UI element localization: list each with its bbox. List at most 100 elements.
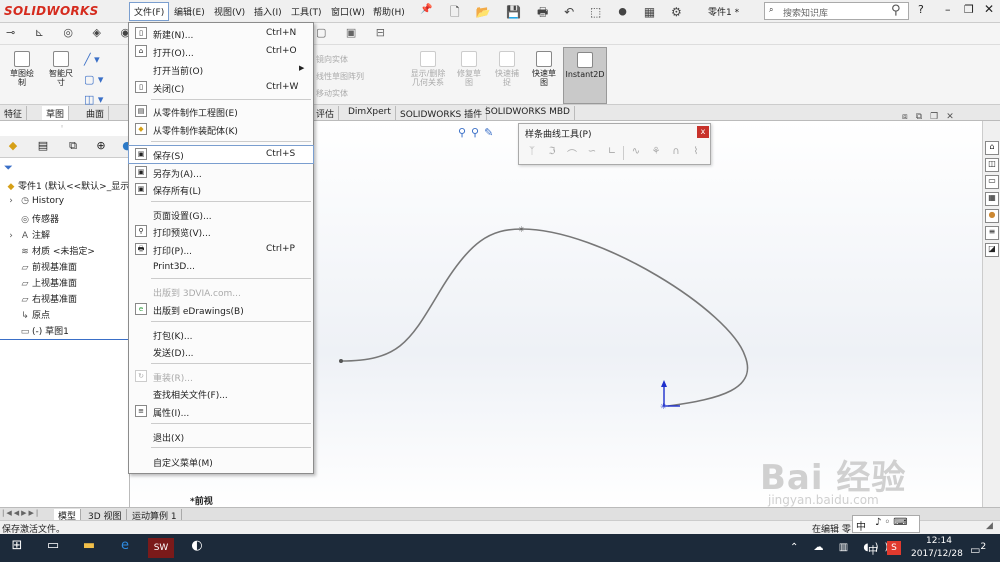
menu-tools[interactable]: 工具(T) <box>288 4 325 19</box>
sketch-entity-icons[interactable]: ╱ ▾ ▢ ▾ ◫ ▾ <box>84 50 103 110</box>
menu-item-properties[interactable]: ≡ 属性(I)... <box>129 403 313 420</box>
minimize-icon[interactable]: – <box>945 3 951 16</box>
ime-mode[interactable]: 中 <box>856 518 866 533</box>
close-icon[interactable]: ✕ <box>984 2 994 16</box>
config-manager-icon[interactable]: ⧉ <box>64 139 82 155</box>
menu-item-new[interactable]: ▯ 新建(N)... Ctrl+N <box>129 25 313 42</box>
panel-collapse-dot[interactable]: ◦ <box>60 123 64 131</box>
menu-item-publish-edrawings[interactable]: e 出版到 eDrawings(B) <box>129 301 313 318</box>
tree-item[interactable]: ▱ 上视基准面 <box>4 276 77 289</box>
restore-icon[interactable]: ❐ <box>964 3 974 16</box>
app-taskbar-icon[interactable]: ◐ <box>186 538 208 558</box>
filter-icon[interactable]: ⏷ <box>4 161 13 175</box>
spline-tool-icon[interactable]: ∩ <box>669 146 683 160</box>
tree-item[interactable]: ▱ 前视基准面 <box>4 260 77 273</box>
tab-evaluate[interactable]: 评估 <box>312 106 340 120</box>
rapid-sketch-button[interactable]: 快速草 图 <box>527 51 561 87</box>
tree-item[interactable]: ↳ 原点 <box>4 308 50 321</box>
design-library-icon[interactable]: ◫ <box>985 158 999 172</box>
spline-tool-icon[interactable]: ∿ <box>629 146 643 160</box>
menu-item-save-all[interactable]: ▣ 保存所有(L) <box>129 181 313 198</box>
menu-window[interactable]: 窗口(W) <box>328 4 368 19</box>
edge-browser-icon[interactable]: e <box>114 538 136 558</box>
appearances-icon[interactable]: ● <box>985 209 999 223</box>
file-explorer-icon[interactable]: ▭ <box>985 175 999 189</box>
menu-item-find-references[interactable]: 查找相关文件(F)... <box>129 385 313 402</box>
sogou-ime-icon[interactable]: S <box>887 541 901 555</box>
menu-item-print3d[interactable]: Print3D... <box>129 259 313 276</box>
mirror-entities[interactable]: 镜向实体 <box>316 51 364 68</box>
menu-item-customize[interactable]: 自定义菜单(M) <box>129 453 313 470</box>
home-icon[interactable]: ⌂ <box>985 141 999 155</box>
custom-properties-icon[interactable]: ≡ <box>985 226 999 240</box>
spline-tool-icon[interactable]: ∽ <box>585 146 599 160</box>
system-tray-icons[interactable]: ⌃ ☁ ▥ ◖)) <box>790 542 894 553</box>
toolbar-icons[interactable]: ⊸ ⊾ ◎ ◈ ◉ <box>6 26 138 39</box>
spline-tool-icon[interactable]: ∟ <box>605 146 619 160</box>
property-manager-icon[interactable]: ▤ <box>34 139 52 155</box>
linear-pattern[interactable]: 线性草图阵列 <box>316 68 364 85</box>
spline-tool-icon[interactable]: ℑ <box>545 146 559 160</box>
menu-insert[interactable]: 插入(I) <box>251 4 285 19</box>
menu-item-print-preview[interactable]: ⚲ 打印预览(V)... <box>129 223 313 240</box>
menu-item-exit[interactable]: 退出(X) <box>129 428 313 445</box>
resize-grip-icon[interactable]: ◢ <box>986 521 993 531</box>
menu-item-pack-go[interactable]: 打包(K)... <box>129 326 313 343</box>
ime-icons[interactable]: ♪◦⌨ <box>875 517 911 528</box>
tab-addins[interactable]: SOLIDWORKS 插件 <box>396 106 488 120</box>
notification-icon[interactable]: ▭2 <box>970 541 986 557</box>
spline-tool-icon[interactable]: ⚘ <box>649 146 663 160</box>
tab-dimxpert[interactable]: DimXpert <box>344 106 396 120</box>
menu-item-page-setup[interactable]: 页面设置(G)... <box>129 206 313 223</box>
tab-features[interactable]: 特征 <box>0 106 28 120</box>
menu-item-open-current[interactable]: 打开当前(O) ▶ <box>129 61 313 78</box>
solidworks-taskbar-icon[interactable]: SW <box>148 538 174 558</box>
spline-tool-icon[interactable]: ᛉ <box>525 146 539 160</box>
forum-icon[interactable]: ◪ <box>985 243 999 257</box>
tab-mbd[interactable]: SOLIDWORKS MBD <box>481 106 575 120</box>
sketch-button[interactable]: 草图绘 制 <box>4 51 40 87</box>
show-delete-relations-button[interactable]: 显示/删除 几何关系 <box>404 51 452 87</box>
instant2d-button[interactable]: Instant2D <box>563 47 607 104</box>
menu-edit[interactable]: 编辑(E) <box>171 4 208 19</box>
tree-item[interactable]: ▭ (-) 草图1 <box>4 324 69 337</box>
tab-scroll-arrows[interactable]: |◀◀▶▶| <box>2 509 40 517</box>
menu-item-save[interactable]: ▣ 保存(S) Ctrl+S <box>128 145 314 164</box>
file-explorer-icon[interactable]: ▬ <box>78 538 100 558</box>
menu-help[interactable]: 帮助(H) <box>370 4 408 19</box>
view-palette-icon[interactable]: ▦ <box>985 192 999 206</box>
toolbar-icons-right[interactable]: ▢ ▣ ⊟ <box>316 26 393 39</box>
smart-dimension-button[interactable]: 智能尺 寸 <box>42 51 80 87</box>
ime-indicator[interactable]: 中 <box>868 542 878 557</box>
task-view-icon[interactable]: ▭ <box>42 538 64 558</box>
dimxpert-icon[interactable]: ⊕ <box>92 139 110 155</box>
move-entities[interactable]: 移动实体 <box>316 85 364 102</box>
quick-access-toolbar[interactable]: 🗋 📂 💾 🖶 ↶ ⬚ ⏺ ▦ ⚙ <box>450 3 688 24</box>
tree-item[interactable]: ≋ 材质 <未指定> <box>4 244 95 257</box>
repair-sketch-button[interactable]: 修复草 图 <box>452 51 486 87</box>
menu-item-open[interactable]: ⌂ 打开(O)... Ctrl+O <box>129 43 313 60</box>
tree-item[interactable]: ▱ 右视基准面 <box>4 292 77 305</box>
feature-tree-icon[interactable]: ◆ <box>4 139 22 155</box>
menu-item-send[interactable]: 发送(D)... <box>129 343 313 360</box>
pin-icon[interactable]: 📌 <box>420 4 432 15</box>
search-box[interactable]: ⌕ 搜索知识库 ⚲ <box>764 2 909 20</box>
tree-item[interactable]: › A 注解 <box>4 228 50 241</box>
clock-date[interactable]: 2017/12/28 <box>911 549 963 559</box>
help-icon[interactable]: ? <box>918 3 924 16</box>
tree-root[interactable]: ◆ 零件1 (默认<<默认>_显示 <box>4 179 130 192</box>
viewport-window-icons[interactable]: ⧈⧉❐✕ <box>902 112 962 122</box>
menu-item-make-assembly[interactable]: ◆ 从零件制作装配体(K) <box>129 121 313 138</box>
menu-view[interactable]: 视图(V) <box>211 4 248 19</box>
tree-item[interactable]: ◎ 传感器 <box>4 212 59 225</box>
quick-snap-button[interactable]: 快速捕 捉 <box>490 51 524 87</box>
search-input[interactable]: 搜索知识库 <box>783 6 828 19</box>
spline-tool-icon[interactable]: ⌒ <box>565 146 579 161</box>
menu-item-print[interactable]: 🖶 打印(P)... Ctrl+P <box>129 241 313 258</box>
tree-item[interactable]: › ◷ History <box>4 196 64 206</box>
menu-item-save-as[interactable]: ▣ 另存为(A)... <box>129 164 313 181</box>
menu-item-make-drawing[interactable]: ▤ 从零件制作工程图(E) <box>129 103 313 120</box>
spline-tool-icon[interactable]: ⌇ <box>689 146 703 160</box>
menu-item-close[interactable]: ▯ 关闭(C) Ctrl+W <box>129 79 313 96</box>
menu-file[interactable]: 文件(F) <box>129 2 170 21</box>
